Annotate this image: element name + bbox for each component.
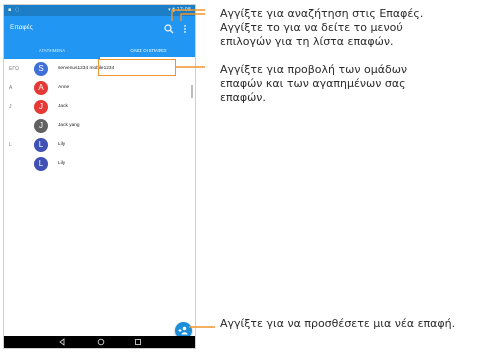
annotation-groups-line-2: επαφών και των αγαπημένων σας [220, 77, 406, 91]
annotation-add: Αγγίξτε για να προσθέσετε μια νέα επαφή. [220, 317, 455, 331]
annotation-search-text: Αγγίξτε για αναζήτηση στις Επαφές. [220, 7, 424, 20]
annotation-groups-line-1: Αγγίξτε για προβολή των ομάδων [220, 63, 408, 76]
annotation-search: Αγγίξτε για αναζήτηση στις Επαφές. [220, 7, 423, 21]
annotation-menu: Αγγίξτε το για να δείτε το μενού επιλογώ… [220, 21, 403, 49]
annotation-menu-line-2: επιλογών για τη λίστα επαφών. [220, 35, 394, 49]
annotation-menu-line-1: Αγγίξτε το για να δείτε το μενού [220, 21, 403, 34]
callout-lines [171, 9, 215, 328]
annotation-groups: Αγγίξτε για προβολή των ομάδων επαφών κα… [220, 63, 407, 106]
annotation-groups-line-3: επαφών. [220, 91, 266, 105]
annotation-add-text: Αγγίξτε για να προσθέσετε μια νέα επαφή. [220, 317, 456, 330]
